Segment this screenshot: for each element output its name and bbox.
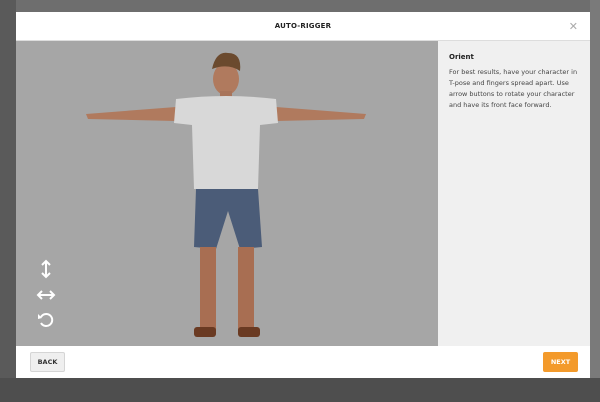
modal-title: AUTO-RIGGER [274,22,332,30]
arrow-horizontal-icon[interactable] [36,285,56,305]
instructions-panel: Orient For best results, have your chara… [438,41,590,346]
instructions-text: For best results, have your character in… [449,68,578,109]
3d-viewport[interactable] [16,41,438,346]
rotate-icon[interactable] [36,310,56,330]
modal-header: AUTO-RIGGER ✕ [16,12,590,41]
next-button[interactable]: NEXT [543,352,578,372]
back-button[interactable]: BACK [30,352,65,372]
background-bottom [0,378,600,402]
arrow-vertical-icon[interactable] [36,259,56,279]
modal-footer: BACK NEXT [16,346,590,378]
close-icon[interactable]: ✕ [569,20,578,33]
character-model [86,52,366,337]
background-right [590,0,600,402]
auto-rigger-modal: AUTO-RIGGER ✕ Orient For best results, h… [16,12,590,378]
instructions-heading: Orient [449,53,474,61]
background-left [0,0,16,402]
